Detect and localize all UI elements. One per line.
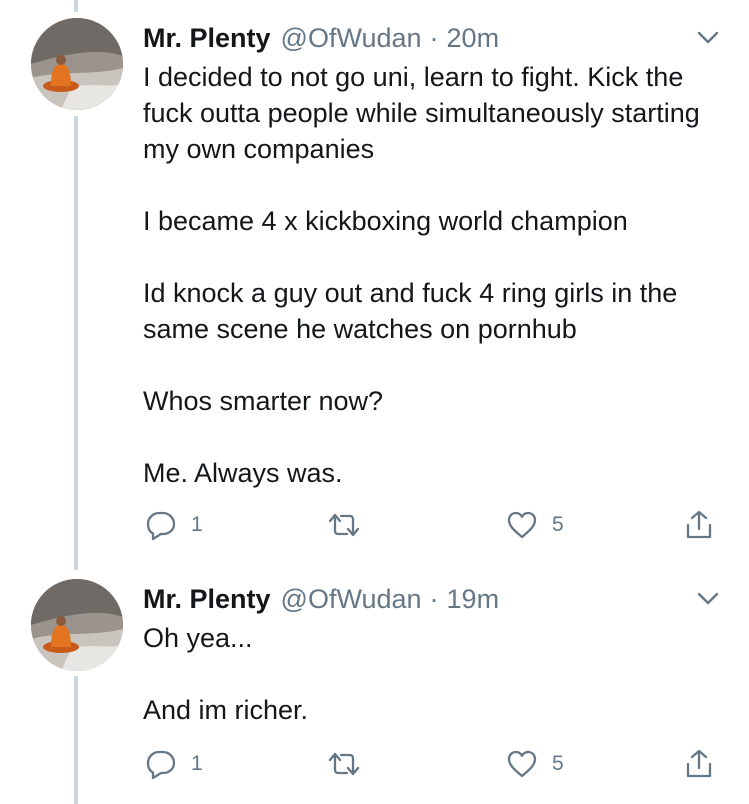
display-name[interactable]: Mr. Plenty [143, 584, 271, 615]
tweet-actions: 1 5 [143, 505, 723, 545]
like-count: 5 [552, 752, 564, 775]
timestamp[interactable]: 20m [447, 23, 500, 54]
tweet-paragraph: I became 4 x kickboxing world champion [143, 206, 628, 236]
retweet-button[interactable] [326, 505, 376, 545]
user-handle[interactable]: @OfWudan [281, 23, 422, 54]
display-name[interactable]: Mr. Plenty [143, 23, 271, 54]
chevron-down-icon[interactable] [695, 24, 721, 50]
reply-button[interactable]: 1 [145, 505, 203, 545]
separator: · [429, 22, 439, 53]
share-button[interactable] [683, 744, 715, 784]
avatar[interactable] [31, 18, 123, 110]
separator: · [429, 583, 439, 614]
timestamp[interactable]: 19m [447, 584, 500, 615]
avatar-image [31, 579, 123, 671]
reply-icon [145, 748, 177, 780]
chevron-down-icon[interactable] [695, 585, 721, 611]
reply-button[interactable]: 1 [145, 744, 203, 784]
like-icon [506, 748, 538, 780]
tweet-paragraph: Me. Always was. [143, 458, 343, 488]
avatar[interactable] [31, 579, 123, 671]
share-button[interactable] [683, 505, 715, 545]
like-button[interactable]: 5 [506, 505, 564, 545]
share-icon [683, 509, 715, 541]
tweet-header: Mr. Plenty @OfWudan · 20m [143, 18, 499, 58]
thread-line-between [74, 116, 78, 570]
like-icon [506, 509, 538, 541]
retweet-icon [326, 509, 362, 541]
tweet-paragraph: Id knock a guy out and fuck 4 ring girls… [143, 278, 685, 344]
thread-line-top [74, 0, 78, 12]
reply-icon [145, 509, 177, 541]
user-handle[interactable]: @OfWudan [281, 584, 422, 615]
like-button[interactable]: 5 [506, 744, 564, 784]
share-icon [683, 748, 715, 780]
tweet-paragraph: And im richer. [143, 695, 309, 725]
thread-line-bottom [74, 676, 78, 804]
retweet-icon [326, 748, 362, 780]
reply-count: 1 [191, 752, 203, 775]
tweet-paragraph: I decided to not go uni, learn to fight.… [143, 62, 708, 164]
tweet-header: Mr. Plenty @OfWudan · 19m [143, 579, 499, 619]
tweet-paragraph: Whos smarter now? [143, 386, 384, 416]
tweet-actions: 1 5 [143, 744, 723, 784]
tweet-paragraph: Oh yea... [143, 623, 253, 653]
retweet-button[interactable] [326, 744, 376, 784]
like-count: 5 [552, 513, 564, 536]
tweet-text: I decided to not go uni, learn to fight.… [143, 59, 723, 491]
avatar-image [31, 18, 123, 110]
reply-count: 1 [191, 513, 203, 536]
tweet-text: Oh yea... And im richer. [143, 620, 723, 728]
